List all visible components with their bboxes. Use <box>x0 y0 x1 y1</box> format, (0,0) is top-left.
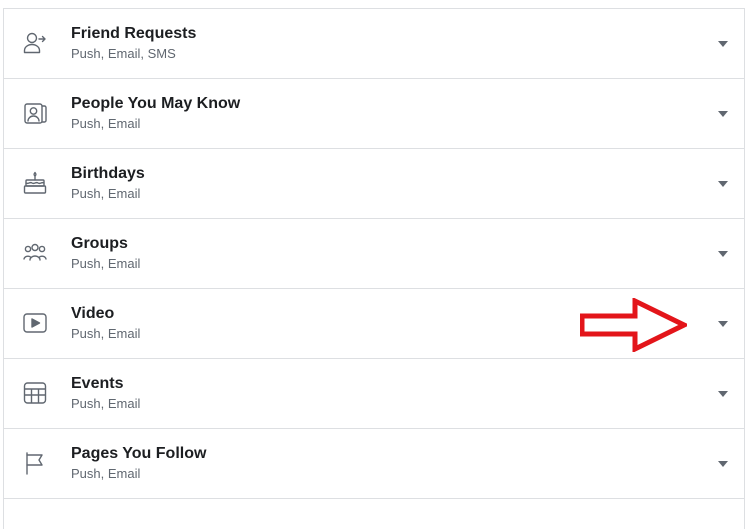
setting-row-people-you-may-know[interactable]: People You May Know Push, Email <box>4 79 744 149</box>
calendar-icon <box>22 380 48 406</box>
groups-icon <box>22 240 48 266</box>
setting-row-pages-you-follow[interactable]: Pages You Follow Push, Email <box>4 429 744 499</box>
setting-channels: Push, Email <box>71 466 141 481</box>
chevron-down-icon[interactable] <box>718 41 728 47</box>
setting-title: People You May Know <box>71 95 241 112</box>
setting-channels: Push, Email <box>71 186 141 201</box>
chevron-down-icon[interactable] <box>718 391 728 397</box>
setting-channels: Push, Email <box>71 326 141 341</box>
notification-settings-panel: Friend Requests Push, Email, SMS People … <box>3 8 745 529</box>
birthday-cake-icon <box>22 170 48 196</box>
chevron-down-icon[interactable] <box>718 461 728 467</box>
setting-channels: Push, Email, SMS <box>71 46 176 61</box>
chevron-down-icon[interactable] <box>718 321 728 327</box>
setting-title: Groups <box>71 235 128 252</box>
setting-row-groups[interactable]: Groups Push, Email <box>4 219 744 289</box>
setting-title: Events <box>71 375 124 392</box>
setting-channels: Push, Email <box>71 256 141 271</box>
setting-title: Video <box>71 305 115 322</box>
video-play-icon <box>22 310 48 336</box>
setting-row-birthdays[interactable]: Birthdays Push, Email <box>4 149 744 219</box>
chevron-down-icon[interactable] <box>718 181 728 187</box>
chevron-down-icon[interactable] <box>718 251 728 257</box>
red-arrow-annotation <box>580 298 687 352</box>
setting-row-friend-requests[interactable]: Friend Requests Push, Email, SMS <box>4 9 744 79</box>
setting-title: Birthdays <box>71 165 145 182</box>
chevron-down-icon[interactable] <box>718 111 728 117</box>
setting-row-events[interactable]: Events Push, Email <box>4 359 744 429</box>
setting-title: Friend Requests <box>71 25 197 42</box>
people-you-may-know-icon <box>22 100 48 126</box>
flag-icon <box>22 450 48 476</box>
setting-channels: Push, Email <box>71 396 141 411</box>
setting-title: Pages You Follow <box>71 445 207 462</box>
setting-channels: Push, Email <box>71 116 141 131</box>
friend-request-icon <box>22 30 48 56</box>
